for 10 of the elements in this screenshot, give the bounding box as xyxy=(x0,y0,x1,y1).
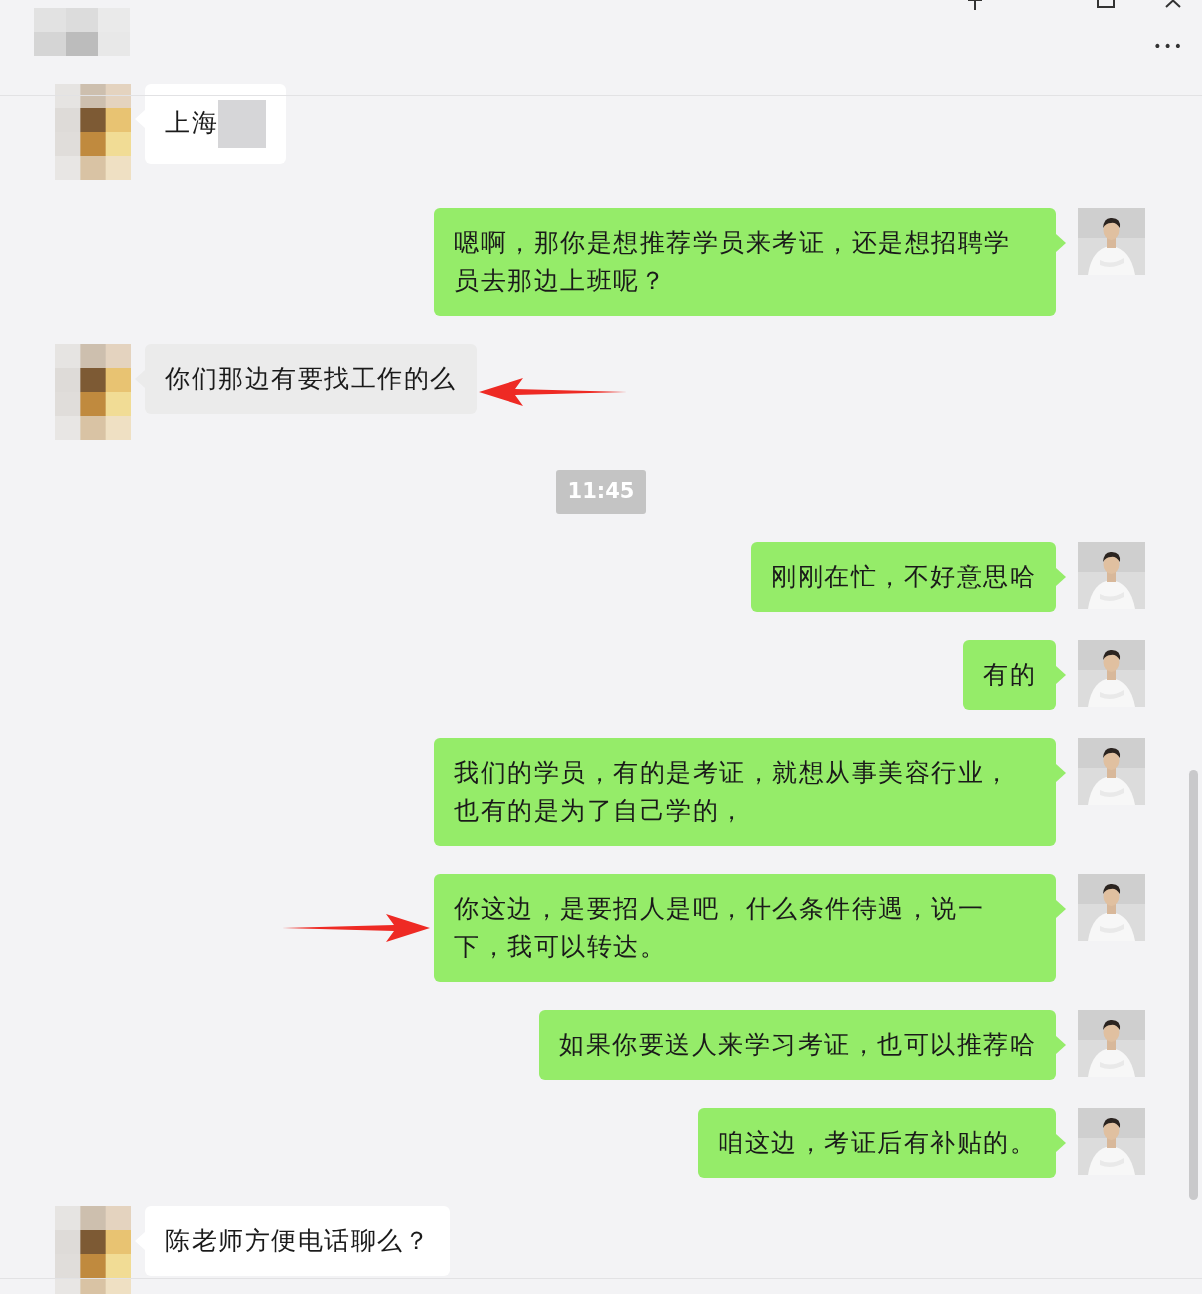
bubble-tail xyxy=(1056,763,1066,782)
bubble-tail xyxy=(1056,665,1066,684)
more-button[interactable]: ••• xyxy=(1149,36,1188,57)
bubble-tail xyxy=(1056,1133,1066,1152)
bubble-tail xyxy=(1056,899,1066,918)
bubble-tail xyxy=(1056,1035,1066,1054)
bubble-tail xyxy=(1056,234,1066,252)
scrollbar[interactable] xyxy=(1189,770,1198,1200)
bubble-tail xyxy=(1056,567,1066,586)
timestamp: 11:45 xyxy=(555,470,647,514)
